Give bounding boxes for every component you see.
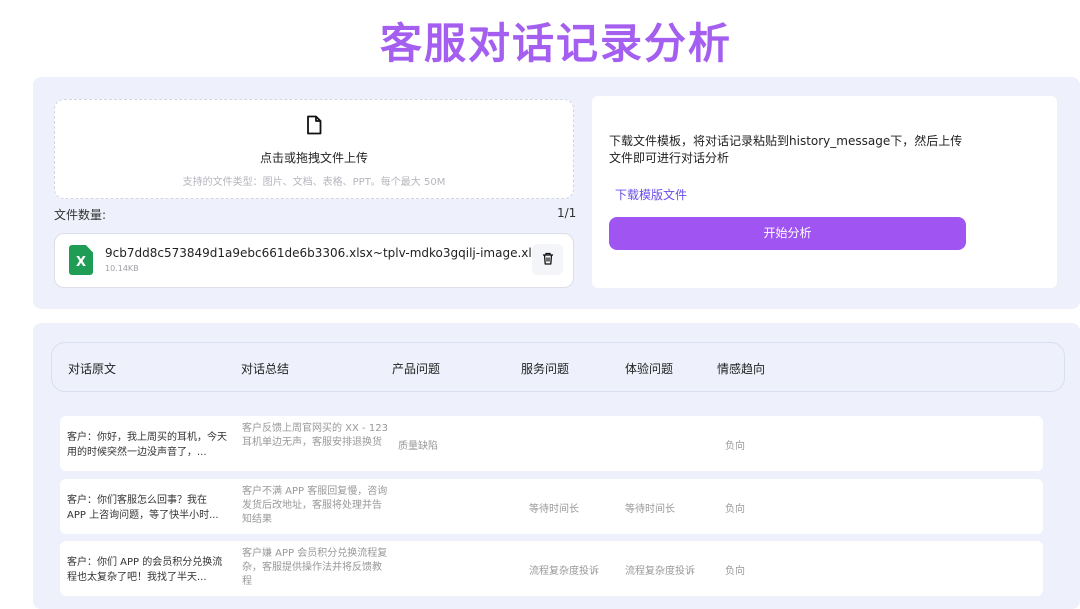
header-original: 对话原文	[68, 362, 117, 376]
start-analysis-button[interactable]: 开始分析	[609, 217, 966, 250]
cell-service: 等待时间长	[529, 504, 579, 515]
file-size: 10.14KB	[105, 264, 139, 273]
dropzone-label: 点击或拖拽文件上传	[259, 151, 368, 165]
cell-sentiment: 负向	[725, 566, 745, 577]
cell-original: 客户：你们客服怎么回事？我在 APP 上咨询问题，等了快半小时...	[67, 495, 219, 521]
file-dropzone[interactable]: 点击或拖拽文件上传 支持的文件类型：图片、文档、表格、PPT。每个最大 50M	[54, 99, 574, 199]
file-name: 9cb7dd8c573849d1a9ebc661de6b3306.xlsx~tp…	[105, 246, 546, 260]
instructions-text: 下载文件模板，将对话记录粘贴到history_message下，然后上传文件即可…	[609, 134, 963, 165]
file-count-value: 1/1	[557, 206, 577, 220]
delete-file-button[interactable]	[532, 244, 563, 275]
cell-service: 流程复杂度投诉	[529, 566, 599, 577]
download-template-link[interactable]: 下载模版文件	[615, 186, 687, 203]
cell-experience: 流程复杂度投诉	[625, 566, 695, 577]
excel-file-icon: X	[69, 245, 93, 275]
cell-sentiment: 负向	[725, 504, 745, 515]
uploaded-file-card: X 9cb7dd8c573849d1a9ebc661de6b3306.xlsx~…	[54, 233, 574, 288]
table-row[interactable]: 客户：你们客服怎么回事？我在 APP 上咨询问题，等了快半小时... 客户不满 …	[60, 479, 1043, 534]
header-product: 产品问题	[392, 362, 441, 376]
instructions-card: 下载文件模板，将对话记录粘贴到history_message下，然后上传文件即可…	[592, 96, 1057, 288]
cell-original: 客户：你们 APP 的会员积分兑换流程也太复杂了吧！我找了半天...	[67, 557, 223, 583]
cell-summary: 客户不满 APP 客服回复慢，咨询发货后改地址，客服将处理并告知结果	[242, 486, 388, 525]
header-summary: 对话总结	[241, 362, 290, 376]
table-row[interactable]: 客户：你好，我上周买的耳机，今天用的时候突然一边没声音了，... 客户反馈上周官…	[60, 416, 1043, 471]
cell-summary: 客户反馈上周官网买的 XX - 123 耳机单边无声，客服安排退换货	[242, 423, 388, 448]
page-title: 客服对话记录分析	[379, 19, 732, 68]
cell-original: 客户：你好，我上周买的耳机，今天用的时候突然一边没声音了，...	[67, 432, 227, 458]
cell-experience: 等待时间长	[625, 504, 675, 515]
header-service: 服务问题	[521, 362, 570, 376]
table-header: 对话原文 对话总结 产品问题 服务问题 体验问题 情感趋向	[51, 342, 1065, 392]
header-experience: 体验问题	[625, 362, 674, 376]
file-icon	[305, 115, 323, 139]
file-count-label: 文件数量:	[54, 208, 107, 222]
cell-product: 质量缺陷	[398, 441, 438, 452]
header-sentiment: 情感趋向	[717, 362, 766, 376]
cell-summary: 客户嫌 APP 会员积分兑换流程复杂，客服提供操作法并将反馈教程	[242, 548, 388, 587]
table-row[interactable]: 客户：你们 APP 的会员积分兑换流程也太复杂了吧！我找了半天... 客户嫌 A…	[60, 541, 1043, 596]
cell-sentiment: 负向	[725, 441, 745, 452]
dropzone-hint: 支持的文件类型：图片、文档、表格、PPT。每个最大 50M	[182, 177, 446, 188]
trash-icon	[542, 250, 554, 269]
